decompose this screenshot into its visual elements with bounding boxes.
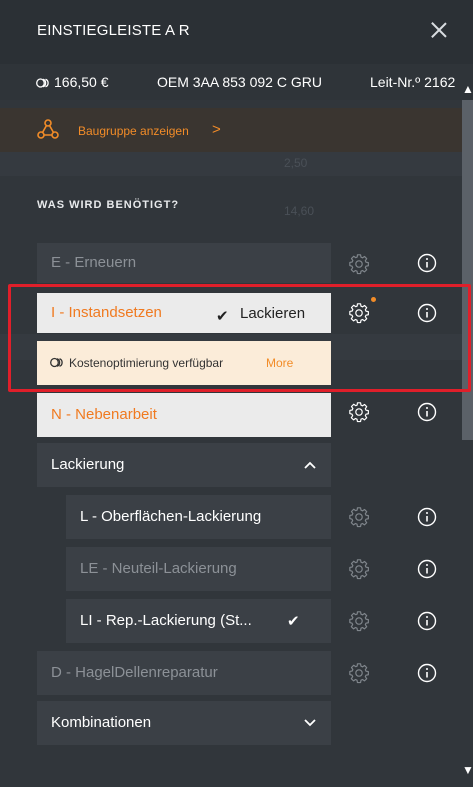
option-label: E - Erneuern: [51, 254, 137, 271]
panel-title: EINSTIEGLEISTE A R: [37, 22, 190, 39]
chevron-up-icon: [304, 461, 316, 469]
option-label: D - HagelDellenreparatur: [51, 664, 218, 681]
option-hageldellen[interactable]: D - HagelDellenreparatur: [37, 651, 331, 695]
option-label: N - Nebenarbeit: [51, 406, 157, 423]
baugruppe-link[interactable]: Baugruppe anzeigen >: [0, 108, 462, 152]
scroll-down-arrow-icon[interactable]: ▼: [462, 763, 473, 777]
kombinationen-group-toggle[interactable]: Kombinationen: [37, 701, 331, 745]
option-nebenarbeit[interactable]: N - Nebenarbeit: [37, 393, 331, 437]
ghost-value: 2,50: [284, 156, 308, 170]
panel-header: EINSTIEGLEISTE A R: [0, 0, 473, 64]
gear-icon[interactable]: [348, 558, 370, 580]
check-icon: ✔: [287, 613, 300, 630]
gear-icon[interactable]: [348, 401, 370, 423]
info-icon[interactable]: [417, 559, 437, 579]
assembly-icon: [37, 119, 59, 139]
option-oberflaechen-lackierung[interactable]: L - Oberflächen-Lackierung: [66, 495, 331, 539]
close-icon[interactable]: [427, 18, 451, 42]
option-neuteil-lackierung[interactable]: LE - Neuteil-Lackierung: [66, 547, 331, 591]
info-icon[interactable]: [417, 402, 437, 422]
part-info-bar: 166,50 € OEM 3AA 853 092 C GRU Leit-Nr.º…: [0, 64, 473, 100]
info-icon[interactable]: [417, 253, 437, 273]
leit-number: Leit-Nr.º 2162: [370, 74, 456, 90]
gear-icon[interactable]: [348, 253, 370, 275]
chevron-right-icon: >: [212, 121, 221, 138]
gear-icon[interactable]: [348, 610, 370, 632]
option-label: LI - Rep.-Lackierung (St...: [80, 612, 252, 629]
scroll-up-arrow-icon[interactable]: ▲: [462, 82, 473, 96]
info-icon[interactable]: [417, 663, 437, 683]
part-price: 166,50 €: [54, 74, 109, 90]
side-panel: 395,00 2,50 14,60 0,65 EINSTIEGLEISTE A …: [0, 0, 473, 787]
group-label: Kombinationen: [51, 714, 152, 731]
lackierung-group-toggle[interactable]: Lackierung: [37, 443, 331, 487]
info-icon[interactable]: [417, 507, 437, 527]
option-label: LE - Neuteil-Lackierung: [80, 560, 237, 577]
gear-icon[interactable]: [348, 662, 370, 684]
group-label: Lackierung: [51, 456, 125, 473]
highlight-box: [8, 284, 471, 392]
chevron-down-icon: [304, 719, 316, 727]
info-icon[interactable]: [417, 611, 437, 631]
option-label: L - Oberflächen-Lackierung: [80, 508, 262, 525]
coins-icon: [36, 78, 49, 88]
section-title: WAS WIRD BENÖTIGT?: [37, 199, 180, 211]
ghost-row: [0, 150, 462, 176]
ghost-value: 14,60: [284, 204, 315, 218]
option-erneuern[interactable]: E - Erneuern: [37, 243, 331, 283]
oem-number: OEM 3AA 853 092 C GRU: [157, 74, 322, 90]
gear-icon[interactable]: [348, 506, 370, 528]
baugruppe-label: Baugruppe anzeigen: [78, 124, 189, 138]
